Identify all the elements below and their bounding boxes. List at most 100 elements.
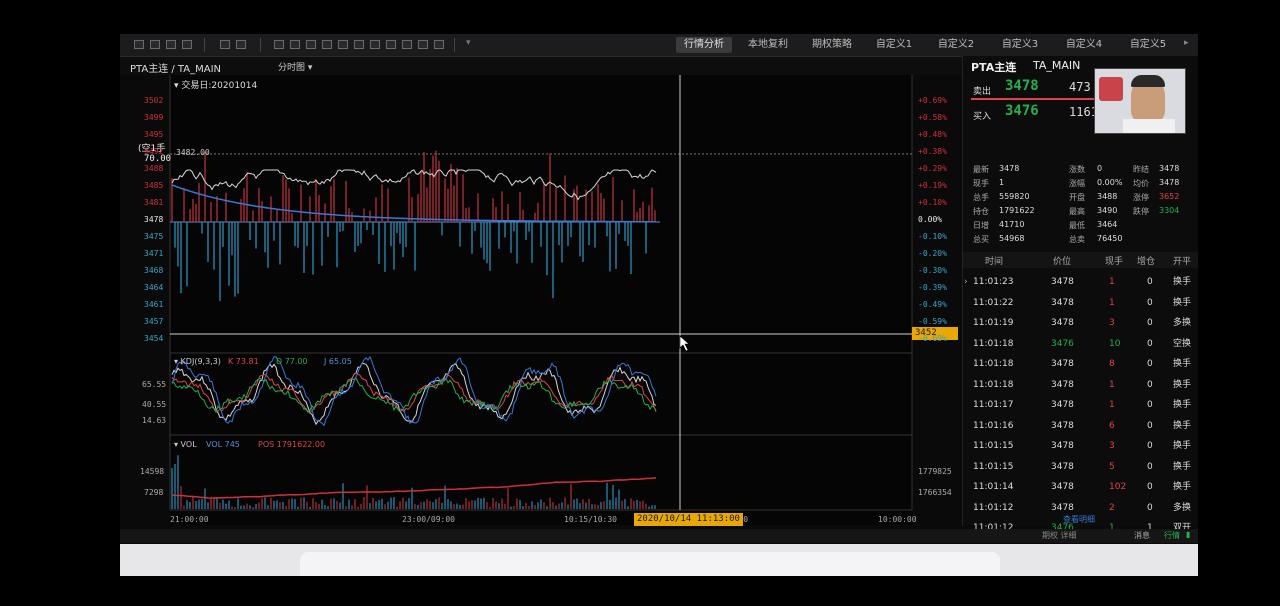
stat-label: 最新	[973, 165, 989, 174]
stat-label: 涨停	[1133, 193, 1149, 202]
trade-cell: 换手	[1173, 461, 1192, 472]
toolbar-icon[interactable]	[354, 40, 364, 49]
price-axis-label: 3502	[144, 96, 164, 105]
trade-cell: 102	[1109, 482, 1127, 492]
toolbar-icon[interactable]	[134, 40, 144, 49]
toolbar-dropdown-icon[interactable]: ▾	[466, 38, 471, 48]
pos-value: POS 1791622.00	[258, 440, 326, 449]
vol-axis-high: 14598	[140, 467, 165, 476]
tab-custom-4[interactable]: 自定义4	[1058, 37, 1110, 53]
status-messages[interactable]: 消息	[1134, 530, 1150, 541]
trade-cell: 3478	[1051, 297, 1074, 308]
quote-title: PTA主连	[971, 61, 1017, 74]
toolbar-icon[interactable]	[220, 40, 230, 49]
toolbar-icon[interactable]	[338, 40, 348, 49]
time-axis-label: 10:15/10:30	[564, 515, 617, 524]
trade-row[interactable]: 11:01:22 3478 1 0 换手	[963, 293, 1198, 313]
trade-row[interactable]: 11:01:17 3478 1 0 换手	[963, 395, 1198, 415]
price-axis-label: 3454	[144, 334, 164, 343]
toolbar-icon[interactable]	[402, 40, 412, 49]
buy-label: 买入	[973, 112, 992, 122]
trade-cell: 11:01:16	[973, 420, 1014, 431]
tab-market-analysis[interactable]: 行情分析	[676, 37, 732, 53]
vol-title: ▾ VOL	[174, 440, 197, 449]
tab-option-strategy[interactable]: 期权策略	[804, 37, 860, 53]
tab-custom-1[interactable]: 自定义1	[868, 37, 920, 53]
trade-cell: 11:01:19	[973, 318, 1014, 328]
toolbar-icon[interactable]	[322, 40, 332, 49]
trade-cell: 换手	[1173, 277, 1192, 287]
trades-col-type: 开平	[1173, 257, 1192, 267]
status-market[interactable]: 行情	[1164, 530, 1180, 541]
percent-axis-label: +0.29%	[918, 164, 947, 173]
stat-label: 持仓	[973, 207, 989, 216]
sell-price[interactable]: 3478	[1005, 78, 1039, 94]
stat-label: 总买	[973, 235, 989, 244]
toolbar-icon[interactable]	[150, 40, 160, 49]
trade-cell: 0	[1147, 420, 1153, 431]
percent-axis-label: -0.20%	[918, 249, 947, 258]
toolbar-icon[interactable]	[418, 40, 428, 49]
trade-cell: 1	[1109, 297, 1115, 308]
tabs-more-icon[interactable]: ▸	[1184, 38, 1189, 48]
trade-cell: 11:01:15	[973, 461, 1014, 472]
tab-custom-2[interactable]: 自定义2	[930, 37, 982, 53]
toolbar-icon[interactable]	[386, 40, 396, 49]
buy-price[interactable]: 3476	[1005, 103, 1039, 119]
tab-custom-5[interactable]: 自定义5	[1122, 37, 1174, 53]
trade-cell: 11:01:14	[973, 482, 1014, 492]
stat-value: 1	[999, 178, 1005, 187]
trade-cell: 换手	[1173, 297, 1192, 308]
stat-label: 最高	[1069, 207, 1085, 216]
toolbar-icon[interactable]	[290, 40, 300, 49]
kdj-k-text: K 73.81	[228, 357, 259, 366]
crosshair-time-tag: 2020/10/14 11:13:00	[634, 513, 743, 526]
toolbar-icon[interactable]	[434, 40, 444, 49]
toolbar-icon[interactable]	[166, 40, 176, 49]
trade-cell: 3	[1109, 441, 1115, 451]
trade-row[interactable]: 11:01:15 3478 5 0 换手	[963, 457, 1198, 477]
percent-axis-label: -0.30%	[918, 266, 947, 275]
percent-axis-label: -0.69%	[918, 334, 947, 343]
toolbar-icon[interactable]	[306, 40, 316, 49]
toolbar-icon[interactable]	[274, 40, 284, 49]
percent-axis-label: -0.59%	[918, 317, 947, 326]
price-axis-label: 3464	[144, 283, 164, 292]
trade-row[interactable]: 11:01:18 3478 1 0 换手	[963, 375, 1198, 395]
percent-axis-label: +0.19%	[918, 181, 947, 190]
trade-row[interactable]: 11:01:18 3478 8 0 换手	[963, 354, 1198, 374]
trade-row[interactable]: 11:01:12 3478 2 0 多换	[963, 498, 1198, 518]
tab-custom-3[interactable]: 自定义3	[994, 37, 1046, 53]
trade-row[interactable]: 11:01:18 3476 10 0 空换	[963, 334, 1198, 354]
presenter-shirt-icon	[1123, 119, 1175, 133]
toolbar-icon[interactable]	[236, 40, 246, 49]
trade-row[interactable]: 11:01:14 3478 102 0 换手	[963, 477, 1198, 497]
toolbar-icon[interactable]	[182, 40, 192, 49]
trades-col-qty: 现手	[1105, 257, 1124, 267]
pos-axis-high: 1779825	[918, 467, 952, 476]
stat-value: 0	[1097, 164, 1103, 173]
percent-axis-label: -0.10%	[918, 232, 947, 241]
trade-row[interactable]: 11:01:16 3478 6 0 换手	[963, 416, 1198, 436]
sell-volume: 473	[1069, 80, 1091, 94]
kdj-axis-low: 14.63	[142, 416, 167, 425]
trade-row[interactable]: 11:01:15 3478 3 0 换手	[963, 436, 1198, 456]
trade-cell: 11:01:23	[973, 277, 1014, 287]
app-window: ▾ 行情分析 本地复利 期权策略 自定义1 自定义2 自定义3 自定义4 自定义…	[120, 34, 1198, 576]
trade-cell: 1	[1109, 400, 1115, 410]
period-dropdown[interactable]: 分时图 ▾	[278, 60, 312, 73]
trade-cell: 3478	[1051, 420, 1074, 431]
toolbar-icon[interactable]	[370, 40, 380, 49]
trade-row[interactable]: 11:01:23 3478 1 0 换手 ›	[963, 272, 1198, 292]
trade-cell: 6	[1109, 420, 1115, 431]
stat-value: 3478	[1159, 178, 1180, 187]
tab-local-compound[interactable]: 本地复利	[740, 37, 796, 53]
stat-label: 跌停	[1133, 207, 1149, 216]
trade-row[interactable]: 11:01:19 3478 3 0 多换	[963, 313, 1198, 333]
trade-cell: 0	[1147, 359, 1153, 369]
intraday-chart[interactable]	[120, 75, 962, 525]
toolbar-separator	[204, 38, 205, 52]
quote-code: TA_MAIN	[1033, 59, 1081, 72]
trades-col-price: 价位	[1053, 257, 1072, 267]
price-axis-label: 3499	[144, 113, 164, 122]
